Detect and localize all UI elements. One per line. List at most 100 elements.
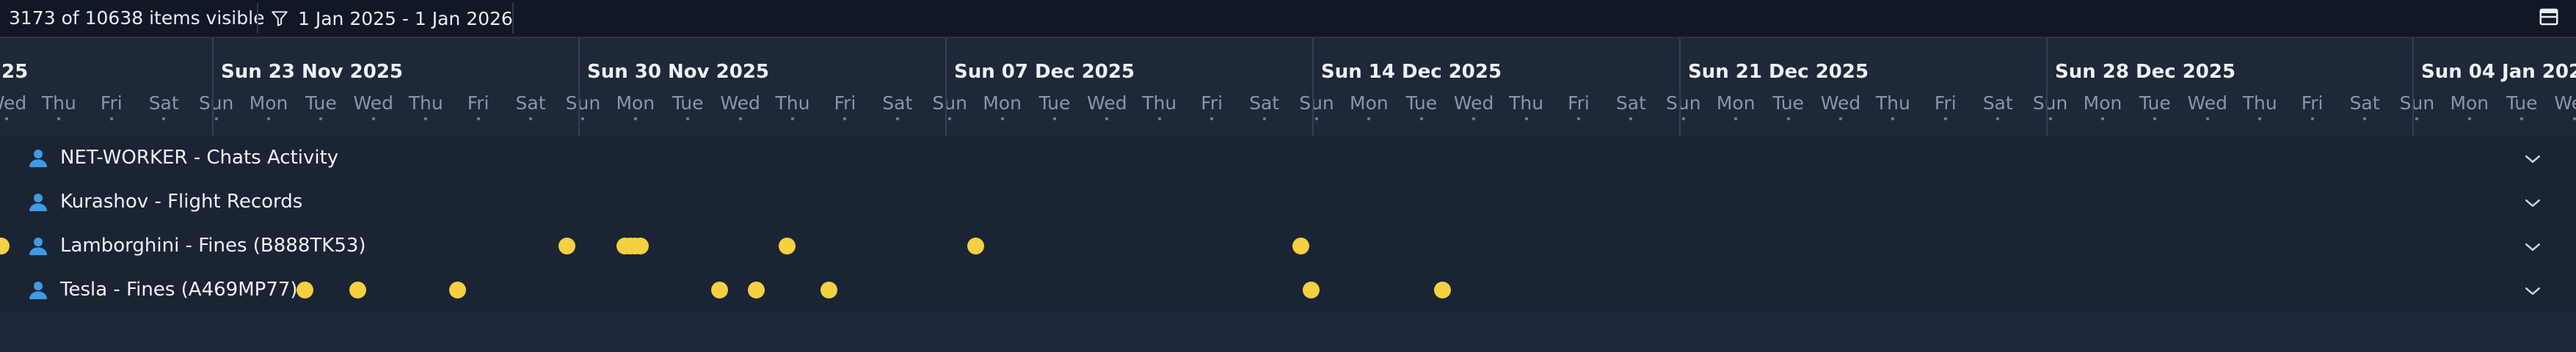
day-label: Thu — [1875, 92, 1910, 114]
day-label: Sun — [2399, 92, 2435, 114]
day-tick — [1786, 117, 1790, 120]
day-label: Fri — [1934, 92, 1957, 114]
day-tick — [738, 117, 742, 120]
date-filter-button[interactable]: 1 Jan 2025 - 1 Jan 2026 — [270, 6, 513, 31]
day-label: Sun — [932, 92, 967, 114]
day-label: Wed — [353, 92, 394, 114]
day-label: Wed — [2554, 92, 2576, 114]
day-tick — [1681, 117, 1685, 120]
day-label: Sat — [882, 92, 913, 114]
day-tick — [2520, 117, 2524, 120]
day-tick — [2415, 117, 2419, 120]
day-label: Wed — [720, 92, 760, 114]
event-marker[interactable] — [1292, 238, 1309, 254]
row-label: NET-WORKER - Chats Activity — [60, 147, 339, 169]
event-marker[interactable] — [711, 282, 728, 298]
event-marker[interactable] — [349, 282, 366, 298]
event-marker[interactable] — [0, 238, 10, 254]
day-tick — [1157, 117, 1161, 120]
day-tick — [214, 117, 218, 120]
day-label: Fri — [1568, 92, 1590, 114]
day-label: Tue — [1038, 92, 1071, 114]
timeline-row[interactable]: Kurashov - Flight Records — [0, 180, 2576, 225]
timeline-header: 25 Wed Thu Fri Sat Sun Mon Tue Wed Thu Fri Sat Sun M… — [0, 38, 2576, 138]
day-label: Wed — [1087, 92, 1127, 114]
event-marker[interactable] — [449, 282, 466, 298]
day-tick — [267, 117, 270, 120]
event-marker[interactable] — [632, 238, 649, 254]
week-label: Sun 07 Dec 2025 — [954, 61, 1135, 83]
day-label: Sun — [2032, 92, 2068, 114]
day-label: Tue — [305, 92, 337, 114]
day-tick — [2572, 117, 2576, 120]
day-label: Mon — [2450, 92, 2489, 114]
user-icon — [29, 194, 47, 211]
row-label: Tesla - Fines (A469MP77) — [60, 279, 298, 301]
day-tick — [843, 117, 847, 120]
day-tick — [633, 117, 637, 120]
chevron-down-icon[interactable] — [2522, 280, 2544, 302]
day-tick — [319, 117, 323, 120]
day-tick — [2101, 117, 2104, 120]
event-marker[interactable] — [779, 238, 796, 254]
day-tick — [1891, 117, 1895, 120]
row-label: Lamborghini - Fines (B888TK53) — [60, 235, 366, 257]
day-label: Fri — [100, 92, 123, 114]
layout-toggle-icon[interactable] — [2538, 6, 2560, 28]
funnel-icon — [272, 11, 288, 26]
day-tick — [686, 117, 690, 120]
day-tick — [1472, 117, 1476, 120]
week-label: Sun 21 Dec 2025 — [1688, 61, 1869, 83]
event-marker[interactable] — [967, 238, 984, 254]
day-label: Sun — [198, 92, 234, 114]
day-tick — [2467, 117, 2471, 120]
day-label: Sat — [1249, 92, 1280, 114]
timeline-app: 3173 of 10638 items visible 1 Jan 2025 -… — [0, 0, 2576, 352]
day-tick — [2153, 117, 2157, 120]
empty-area — [0, 311, 2576, 352]
day-label: Tue — [2139, 92, 2171, 114]
day-label: Thu — [1142, 92, 1177, 114]
day-label: Sun — [565, 92, 601, 114]
week-label: Sun 23 Nov 2025 — [221, 61, 404, 83]
day-label: Fri — [1201, 92, 1223, 114]
timeline-row[interactable]: Tesla - Fines (A469MP77) — [0, 268, 2576, 313]
week-label: Sun 04 Jan 2026 — [2421, 61, 2576, 83]
timeline-row[interactable]: Lamborghini - Fines (B888TK53) — [0, 224, 2576, 269]
timeline-row[interactable]: NET-WORKER - Chats Activity — [0, 136, 2576, 181]
toolbar: 3173 of 10638 items visible 1 Jan 2025 -… — [0, 0, 2576, 38]
chevron-down-icon[interactable] — [2522, 236, 2544, 258]
day-tick — [1577, 117, 1580, 120]
day-tick — [529, 117, 532, 120]
day-label: Mon — [1350, 92, 1389, 114]
event-marker[interactable] — [1303, 282, 1320, 298]
day-tick — [581, 117, 585, 120]
day-tick — [5, 117, 8, 120]
day-label: Thu — [408, 92, 443, 114]
event-marker[interactable] — [296, 282, 313, 298]
day-label: Wed — [1820, 92, 1861, 114]
row-label: Kurashov - Flight Records — [60, 191, 303, 213]
day-tick — [2258, 117, 2262, 120]
event-marker[interactable] — [1434, 282, 1451, 298]
day-label: Sat — [148, 92, 179, 114]
week-boundary — [212, 38, 214, 136]
chevron-down-icon[interactable] — [2522, 192, 2544, 214]
day-tick — [1367, 117, 1371, 120]
day-tick — [57, 117, 61, 120]
items-visible-count: 3173 of 10638 items visible — [9, 7, 265, 29]
day-label: Wed — [1453, 92, 1494, 114]
day-label: Thu — [775, 92, 810, 114]
event-marker[interactable] — [748, 282, 765, 298]
day-label: Wed — [2187, 92, 2228, 114]
day-tick — [1210, 117, 1214, 120]
week-boundary — [945, 38, 947, 136]
toolbar-divider — [512, 3, 514, 34]
partial-week-label: 25 — [1, 61, 29, 83]
chevron-down-icon[interactable] — [2522, 148, 2544, 170]
event-marker[interactable] — [821, 282, 837, 298]
event-marker[interactable] — [559, 238, 575, 254]
day-tick — [1053, 117, 1056, 120]
day-tick — [1105, 117, 1109, 120]
toolbar-divider — [257, 3, 258, 34]
